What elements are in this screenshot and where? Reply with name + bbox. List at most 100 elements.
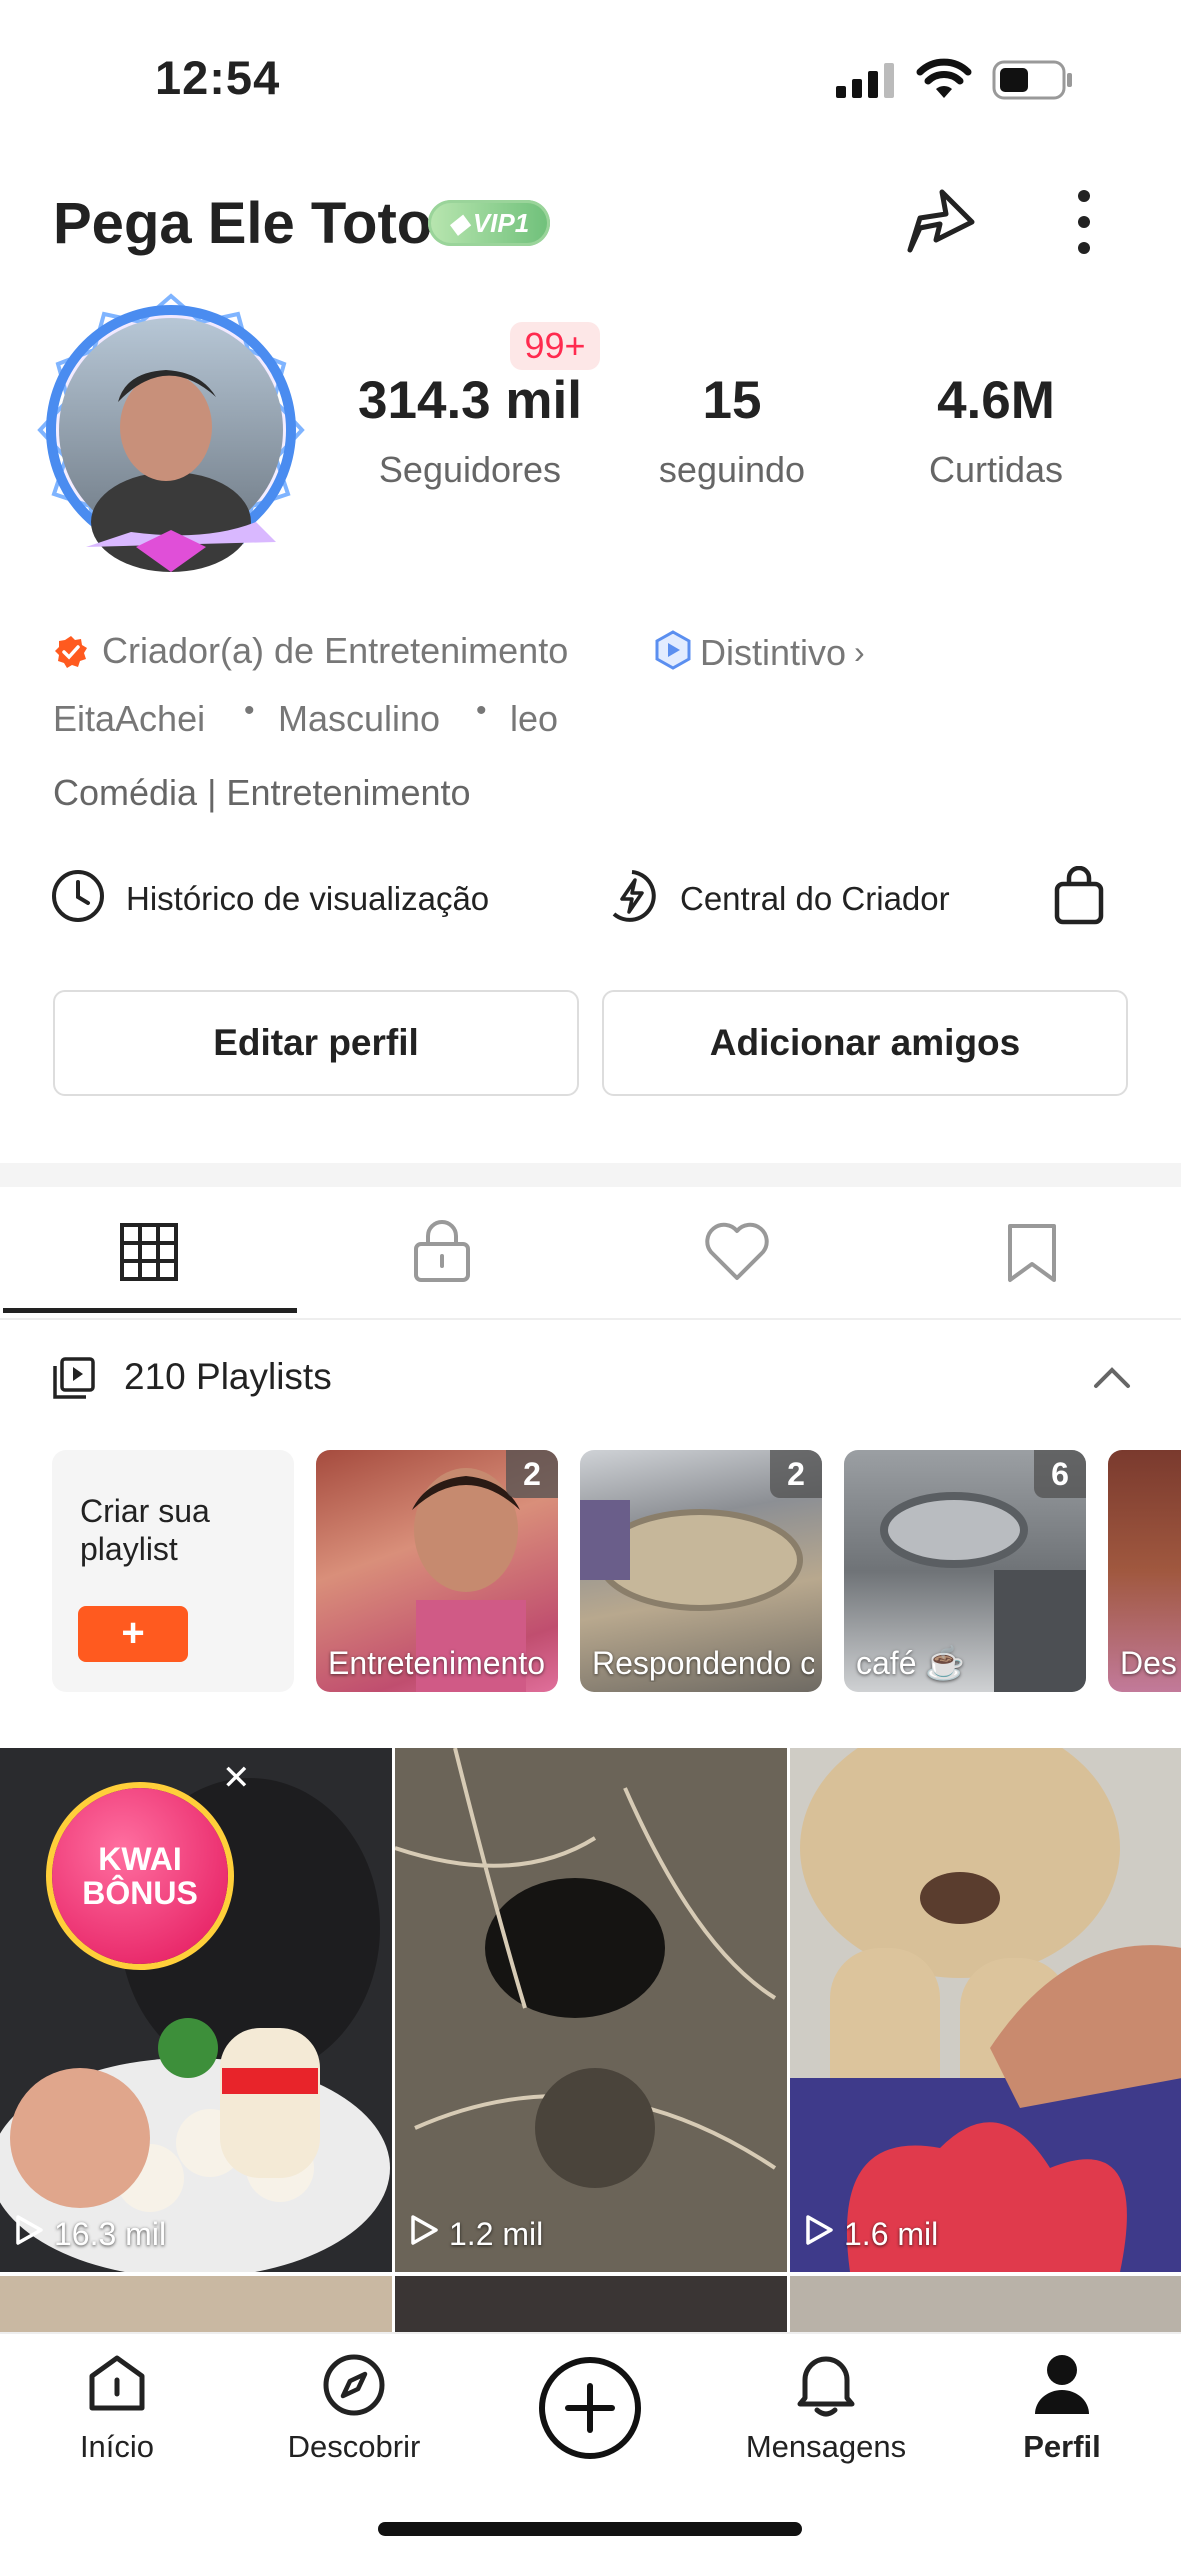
tag-location: EitaAchei xyxy=(53,698,206,739)
tag-separator: • xyxy=(476,694,487,727)
playlist-icon xyxy=(52,1356,96,1405)
following-stat[interactable]: 15 seguindo xyxy=(632,370,832,491)
view-count-text: 1.2 mil xyxy=(449,2215,544,2252)
likes-label: Curtidas xyxy=(928,449,1064,490)
grid-icon xyxy=(100,1223,179,1286)
create-post-button[interactable] xyxy=(538,2356,642,2465)
nav-profile[interactable]: Perfil xyxy=(962,2352,1162,2465)
verified-icon xyxy=(53,634,89,675)
playlist-count: 2 xyxy=(506,1450,558,1498)
clock-icon xyxy=(50,868,106,929)
section-divider xyxy=(0,1163,1181,1187)
notification-badge: 99+ xyxy=(510,322,600,370)
playlist-name: Respondendo comentários... xyxy=(592,1645,814,1681)
create-playlist-label: Criar sua playlist xyxy=(80,1493,210,1567)
video-thumbnail[interactable]: KWAI BÔNUS ✕ 16.3 mil xyxy=(0,1748,392,2272)
edit-profile-button[interactable]: Editar perfil xyxy=(53,990,579,1096)
view-count: 1.6 mil xyxy=(804,2214,938,2254)
playlist-card[interactable]: 2 Entretenimento xyxy=(316,1450,558,1692)
view-count: 1.2 mil xyxy=(409,2214,543,2254)
creator-center-label: Central do Criador xyxy=(680,879,950,917)
tag-gender: Masculino xyxy=(278,698,441,739)
nav-discover[interactable]: Descobrir xyxy=(254,2352,454,2465)
vip-label: VIP1 xyxy=(472,207,530,238)
close-icon[interactable]: ✕ xyxy=(222,1758,251,1798)
video-thumbnail[interactable] xyxy=(395,2276,787,2336)
add-friends-button[interactable]: Adicionar amigos xyxy=(602,990,1128,1096)
view-count: 16.3 mil xyxy=(14,2214,166,2254)
video-thumbnail[interactable] xyxy=(0,2276,392,2336)
avatar[interactable] xyxy=(26,292,316,582)
more-options-icon[interactable] xyxy=(1070,186,1098,265)
history-link[interactable]: Histórico de visualização xyxy=(50,868,489,929)
playlist-name: Des xyxy=(1120,1645,1177,1681)
play-icon xyxy=(804,2214,834,2254)
compass-icon xyxy=(254,2352,454,2423)
diamond-icon: ◆ xyxy=(448,207,469,238)
tab-videos[interactable] xyxy=(100,1222,198,1286)
video-thumbnail[interactable] xyxy=(790,2276,1181,2336)
playlist-count: 6 xyxy=(1034,1450,1086,1498)
badge-icon xyxy=(654,630,692,675)
chevron-up-icon[interactable] xyxy=(1092,1364,1132,1395)
play-icon xyxy=(409,2214,439,2254)
create-playlist-card[interactable]: Criar sua playlist + xyxy=(52,1450,294,1692)
video-thumbnail[interactable]: 1.6 mil xyxy=(790,1748,1181,2272)
share-icon[interactable] xyxy=(902,184,978,265)
chevron-right-icon: › xyxy=(854,634,865,670)
nav-home[interactable]: Início xyxy=(17,2352,217,2465)
followers-label: Seguidores xyxy=(378,449,562,490)
nav-discover-label: Descobrir xyxy=(287,2429,421,2464)
following-label: seguindo xyxy=(658,449,806,490)
playlist-card[interactable]: 2 Respondendo comentários... xyxy=(580,1450,822,1692)
home-icon xyxy=(17,2352,217,2419)
vip-badge[interactable]: ◆ VIP1 xyxy=(428,200,550,246)
badge-link-label: Distintivo xyxy=(700,631,847,673)
playlist-card[interactable]: Des xyxy=(1108,1450,1181,1692)
view-count-text: 16.3 mil xyxy=(54,2215,167,2252)
playlist-count: 2 xyxy=(770,1450,822,1498)
nav-home-label: Início xyxy=(79,2429,155,2464)
promo-badge[interactable]: KWAI BÔNUS xyxy=(52,1788,228,1964)
playlist-name: café ☕ xyxy=(856,1645,966,1681)
followers-stat[interactable]: 314.3 mil Seguidores xyxy=(330,370,610,491)
wifi-icon xyxy=(916,58,972,105)
home-indicator xyxy=(378,2522,802,2536)
create-playlist-button[interactable]: + xyxy=(78,1606,188,1662)
nav-messages-label: Mensagens xyxy=(745,2429,907,2464)
likes-stat[interactable]: 4.6M Curtidas xyxy=(886,370,1106,491)
active-tab-indicator xyxy=(3,1308,297,1313)
promo-label: KWAI BÔNUS xyxy=(82,1841,198,1911)
nav-messages[interactable]: Mensagens xyxy=(726,2352,926,2465)
video-thumbnail[interactable]: 1.2 mil xyxy=(395,1748,787,2272)
likes-count: 4.6M xyxy=(937,371,1055,430)
tab-divider xyxy=(0,1318,1181,1320)
bio: Comédia | Entretenimento xyxy=(53,772,471,813)
creator-type: Criador(a) de Entretenimento xyxy=(102,630,569,671)
history-label: Histórico de visualização xyxy=(126,879,490,917)
following-count: 15 xyxy=(702,371,762,430)
distinctive-badge-link[interactable]: Distintivo › xyxy=(654,630,865,675)
bell-icon xyxy=(726,2352,926,2423)
tab-private[interactable] xyxy=(412,1218,472,1289)
person-icon xyxy=(962,2352,1162,2421)
plus-circle-icon xyxy=(538,2357,642,2464)
battery-icon xyxy=(992,60,1074,105)
tag-sign: leo xyxy=(510,698,559,739)
playlist-card[interactable]: 6 café ☕ xyxy=(844,1450,1086,1692)
creator-center-link[interactable]: Central do Criador xyxy=(604,868,950,929)
lightning-icon xyxy=(604,868,660,929)
tag-separator: • xyxy=(244,694,255,727)
nav-profile-label: Perfil xyxy=(1023,2429,1101,2464)
shopping-bag-icon[interactable] xyxy=(1052,865,1106,931)
signal-icon xyxy=(836,62,896,103)
tab-liked[interactable] xyxy=(703,1222,771,1287)
lock-icon xyxy=(412,1220,472,1288)
view-count-text: 1.6 mil xyxy=(844,2215,939,2252)
play-icon xyxy=(14,2214,44,2254)
followers-count: 314.3 mil xyxy=(358,371,582,430)
tab-saved[interactable] xyxy=(1004,1222,1060,1289)
bookmark-icon xyxy=(1004,1224,1060,1288)
playlists-title: 210 Playlists xyxy=(124,1356,332,1397)
status-time: 12:54 xyxy=(155,51,281,104)
